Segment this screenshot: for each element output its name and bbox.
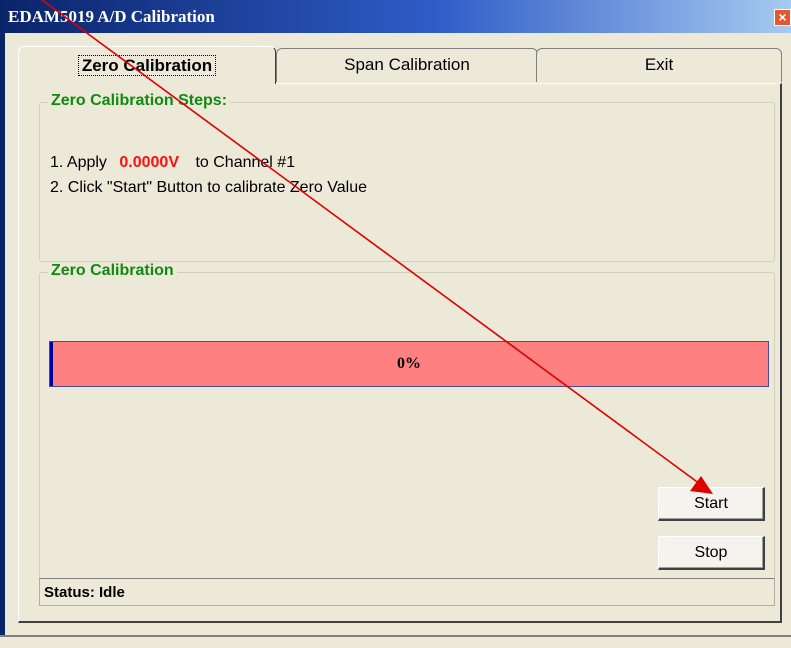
tab-label: Span Calibration bbox=[344, 55, 470, 74]
tab-label: Zero Calibration bbox=[77, 55, 217, 76]
tab-span-calibration[interactable]: Span Calibration bbox=[276, 48, 538, 82]
calibration-group-title: Zero Calibration bbox=[48, 262, 177, 280]
tab-exit[interactable]: Exit bbox=[536, 48, 782, 82]
calibration-window: EDAM5019 A/D Calibration × Zero Calibrat… bbox=[0, 0, 791, 648]
calibration-steps-group: Zero Calibration Steps: 1. Apply 0.0000V… bbox=[39, 92, 775, 262]
status-bar: Status: Idle bbox=[39, 578, 775, 606]
step-1-suffix: to Channel #1 bbox=[195, 154, 296, 171]
tab-label: Exit bbox=[644, 55, 674, 74]
tab-zero-calibration[interactable]: Zero Calibration bbox=[18, 46, 276, 84]
close-button[interactable]: × bbox=[774, 9, 791, 26]
progress-percent: 0% bbox=[397, 355, 421, 372]
title-bar[interactable]: EDAM5019 A/D Calibration × bbox=[0, 0, 791, 33]
step-2: 2. Click "Start" Button to calibrate Zer… bbox=[50, 179, 367, 196]
zero-calibration-panel: Zero Calibration Steps: 1. Apply 0.0000V… bbox=[18, 83, 782, 623]
start-button[interactable]: Start bbox=[658, 487, 765, 521]
step-1-prefix: 1. Apply bbox=[50, 154, 107, 171]
stop-button[interactable]: Stop bbox=[658, 536, 765, 570]
zero-calibration-group: Zero Calibration 0% Start Stop bbox=[39, 262, 775, 600]
steps-group-title: Zero Calibration Steps: bbox=[48, 92, 231, 110]
close-icon: × bbox=[778, 9, 787, 25]
status-text: Status: Idle bbox=[44, 584, 125, 601]
target-voltage: 0.0000V bbox=[119, 154, 179, 171]
calibration-progress-bar: 0% bbox=[49, 341, 769, 387]
step-1: 1. Apply 0.0000V to Channel #1 bbox=[50, 154, 295, 172]
window-bottom-border bbox=[0, 635, 791, 648]
window-title: EDAM5019 A/D Calibration bbox=[8, 7, 215, 26]
